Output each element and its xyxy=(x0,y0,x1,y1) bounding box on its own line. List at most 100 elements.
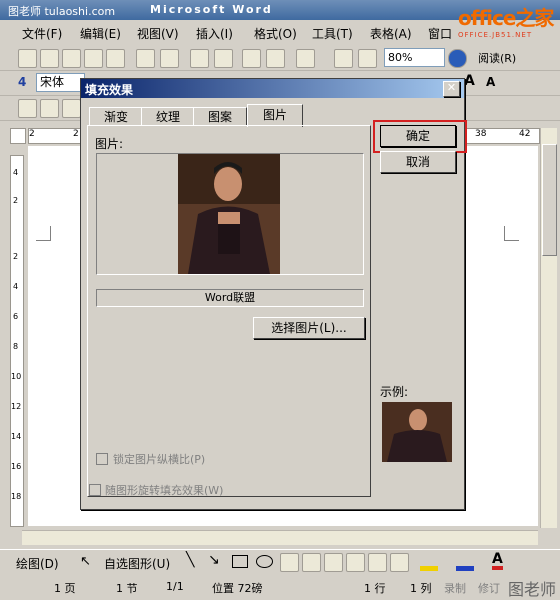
undo-icon[interactable] xyxy=(296,49,315,68)
status-page: 1 页 xyxy=(54,582,76,595)
menu-table[interactable]: 表格(A) xyxy=(370,25,412,42)
font-name-select[interactable]: 宋体 xyxy=(36,73,85,92)
horizontal-scrollbar[interactable] xyxy=(22,530,538,545)
clipart-icon[interactable] xyxy=(368,553,387,572)
styles-icon[interactable]: 4 xyxy=(18,75,26,89)
sample-label: 示例: xyxy=(380,385,409,399)
copy-icon[interactable] xyxy=(242,49,261,68)
picture-label: 图片: xyxy=(95,137,124,151)
print-preview-icon[interactable] xyxy=(160,49,179,68)
paste-icon[interactable] xyxy=(266,49,285,68)
read-mode-button[interactable]: 阅读(R) xyxy=(478,50,516,66)
vertical-ruler[interactable]: 4 2 2 4 6 8 10 12 14 16 18 xyxy=(10,155,24,527)
lock-aspect-label: 锁定图片纵横比(P) xyxy=(113,453,206,466)
status-line: 1 行 xyxy=(364,582,386,595)
ruler-number: 4 xyxy=(13,168,19,177)
print-icon[interactable] xyxy=(136,49,155,68)
rectangle-icon[interactable] xyxy=(232,555,248,568)
format-icon[interactable] xyxy=(62,99,81,118)
wordart-icon[interactable] xyxy=(324,553,343,572)
ruler-number: 42 xyxy=(519,129,531,139)
line-color-icon[interactable] xyxy=(456,566,474,571)
ruler-number: 2 xyxy=(73,129,79,139)
vertical-scrollbar[interactable] xyxy=(540,128,557,528)
close-icon[interactable]: ✕ xyxy=(443,81,460,97)
ok-button[interactable]: 确定 xyxy=(380,125,456,147)
ruler-number: 6 xyxy=(13,312,19,321)
status-record[interactable]: 录制 xyxy=(444,580,466,596)
watermark-text: 图老师 tulaoshi.com xyxy=(8,5,116,18)
ruler-number: 4 xyxy=(13,282,19,291)
ruler-number: 10 xyxy=(11,372,22,381)
select-objects-icon[interactable]: ↖ xyxy=(80,554,91,569)
line-icon[interactable]: ╲ xyxy=(186,552,194,568)
ruler-number: 12 xyxy=(11,402,22,411)
tab-texture[interactable]: 纹理 xyxy=(141,107,195,126)
oval-icon[interactable] xyxy=(256,555,273,568)
diagram-icon[interactable] xyxy=(346,553,365,572)
menu-window[interactable]: 窗口 xyxy=(428,25,452,42)
ruler-number: 2 xyxy=(29,129,35,139)
shape-icon[interactable] xyxy=(40,99,59,118)
menu-tools[interactable]: 工具(T) xyxy=(312,25,353,42)
ruler-number: 2 xyxy=(13,196,19,205)
ruler-number: 8 xyxy=(13,342,19,351)
fill-color-icon[interactable] xyxy=(420,566,438,571)
menu-edit[interactable]: 编辑(E) xyxy=(80,25,121,42)
autoshapes-menu[interactable]: 自选图形(U) xyxy=(104,555,170,572)
save-icon[interactable] xyxy=(62,49,81,68)
dialog-title: 填充效果 xyxy=(85,83,134,97)
draw-menu[interactable]: 绘图(D) xyxy=(16,555,59,572)
rotate-fill-checkbox[interactable] xyxy=(89,484,101,496)
app-title: Microsoft Word xyxy=(150,3,273,16)
picture-preview-frame xyxy=(96,153,364,275)
picture-icon[interactable] xyxy=(390,553,409,572)
tab-picture[interactable]: 图片 xyxy=(247,104,303,127)
vertical-textbox-icon[interactable] xyxy=(302,553,321,572)
standard-toolbar: 80% 阅读(R) xyxy=(0,46,560,71)
hyperlink-icon[interactable] xyxy=(334,49,353,68)
tab-gradient[interactable]: 渐变 xyxy=(89,107,143,126)
table-icon[interactable] xyxy=(358,49,377,68)
rotate-fill-label: 随图形旋转填充效果(W) xyxy=(105,484,224,497)
new-icon[interactable] xyxy=(18,49,37,68)
arrow-icon[interactable]: ↘ xyxy=(208,552,220,568)
ruler-number: 38 xyxy=(475,129,487,139)
help-icon[interactable] xyxy=(448,49,467,68)
research-icon[interactable] xyxy=(214,49,233,68)
menu-format[interactable]: 格式(O) xyxy=(254,25,297,42)
dialog-title-bar: 填充效果 ✕ xyxy=(81,79,464,98)
menu-insert[interactable]: 插入(I) xyxy=(196,25,233,42)
menu-file[interactable]: 文件(F) xyxy=(22,25,62,42)
drawing-toolbar: 绘图(D) ↖ 自选图形(U) ╲ ↘ A xyxy=(0,549,560,574)
font-color-icon[interactable]: A xyxy=(492,552,503,570)
margin-marker xyxy=(36,226,51,241)
picture-name-field: Word联盟 xyxy=(96,289,364,307)
zoom-select[interactable]: 80% xyxy=(384,48,445,67)
tab-pattern[interactable]: 图案 xyxy=(193,107,247,126)
ruler-number: 16 xyxy=(11,462,22,471)
corner-watermark: 图老师 xyxy=(508,580,557,599)
menu-view[interactable]: 视图(V) xyxy=(137,25,179,42)
ruler-number: 14 xyxy=(11,432,22,441)
tab-selector[interactable] xyxy=(10,128,26,144)
ruler-number: 18 xyxy=(11,492,22,501)
status-section: 1 节 xyxy=(116,582,138,595)
cancel-button[interactable]: 取消 xyxy=(380,151,456,173)
spelling-icon[interactable] xyxy=(190,49,209,68)
status-revise[interactable]: 修订 xyxy=(478,580,500,596)
email-icon[interactable] xyxy=(106,49,125,68)
lock-aspect-checkbox[interactable] xyxy=(96,453,108,465)
shrink-font-icon[interactable]: A xyxy=(486,75,495,89)
select-picture-button[interactable]: 选择图片(L)... xyxy=(253,317,365,339)
grow-font-icon[interactable]: A xyxy=(464,73,475,89)
sample-preview-image xyxy=(382,402,452,462)
status-column: 1 列 xyxy=(410,582,432,595)
edit-icon[interactable] xyxy=(18,99,37,118)
status-position: 位置 72磅 xyxy=(212,582,263,595)
menu-bar: 文件(F) 编辑(E) 视图(V) 插入(I) 格式(O) 工具(T) 表格(A… xyxy=(0,22,560,42)
open-icon[interactable] xyxy=(40,49,59,68)
textbox-icon[interactable] xyxy=(280,553,299,572)
scrollbar-thumb[interactable] xyxy=(542,144,557,256)
permission-icon[interactable] xyxy=(84,49,103,68)
